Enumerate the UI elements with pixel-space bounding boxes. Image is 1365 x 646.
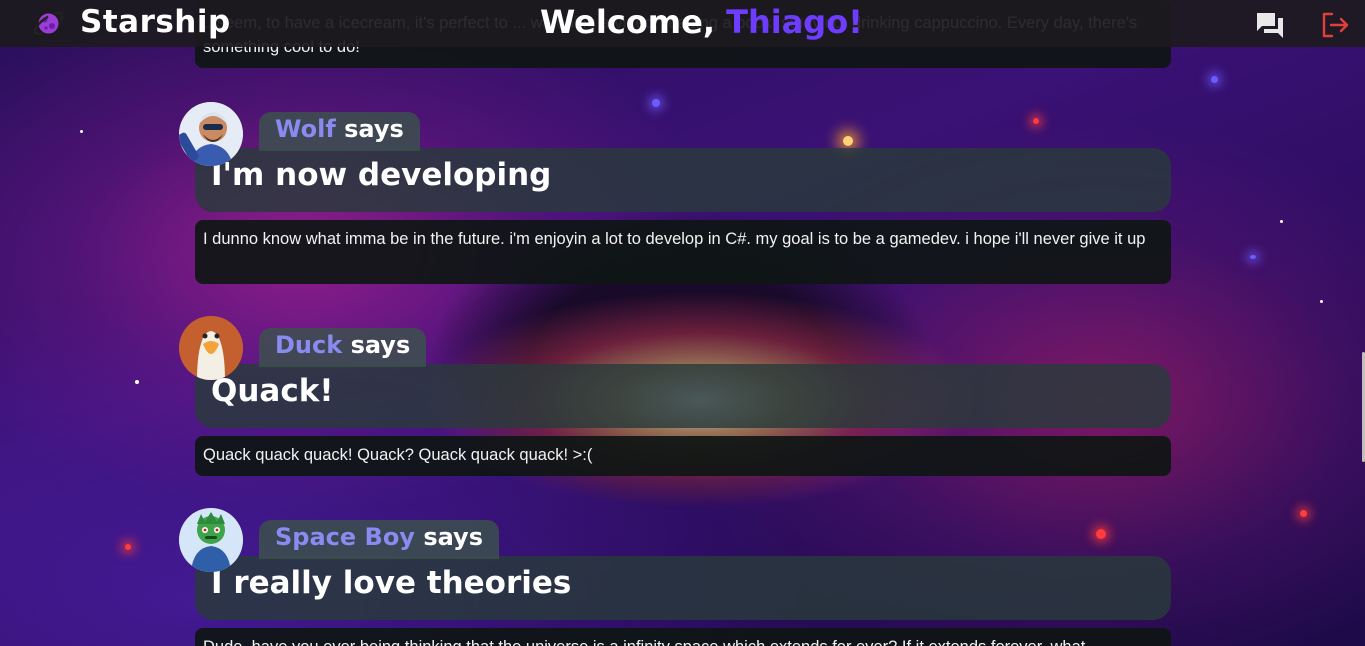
post-title-text: Quack! bbox=[211, 373, 334, 409]
post-title: I really love theories bbox=[195, 556, 1171, 620]
top-bar: Starship Welcome, Thiago! bbox=[0, 0, 1365, 47]
post-title-text: I'm now developing bbox=[211, 157, 552, 193]
post-body: I dunno know what imma be in the future.… bbox=[195, 220, 1171, 284]
username[interactable]: Duck bbox=[275, 331, 342, 359]
logout-icon[interactable] bbox=[1320, 10, 1350, 40]
says-label: says bbox=[423, 523, 483, 551]
post-body-text: Dude, have you ever being thinking that … bbox=[203, 638, 1085, 646]
post-title: Quack! bbox=[195, 364, 1171, 428]
author-tag: Duck says bbox=[259, 328, 427, 367]
post-title: I'm now developing bbox=[195, 148, 1171, 212]
post-feed: ...seem, to have a icecream, it's perfec… bbox=[0, 0, 1365, 646]
avatar-duck-icon bbox=[179, 316, 243, 380]
post-body: Dude, have you ever being thinking that … bbox=[195, 628, 1171, 646]
app-title[interactable]: Starship bbox=[80, 4, 231, 40]
avatar[interactable] bbox=[179, 508, 243, 572]
welcome-message: Welcome, Thiago! bbox=[540, 3, 863, 41]
says-label: says bbox=[350, 331, 411, 359]
post-body-text: Quack quack quack! Quack? Quack quack qu… bbox=[203, 446, 593, 464]
username[interactable]: Wolf bbox=[275, 115, 336, 143]
chat-icon[interactable] bbox=[1255, 10, 1285, 40]
avatar-wolf-icon bbox=[179, 102, 243, 166]
welcome-username: Thiago! bbox=[726, 3, 863, 41]
planet-logo-icon[interactable] bbox=[32, 7, 65, 40]
avatar[interactable] bbox=[179, 316, 243, 380]
author-tag: Wolf says bbox=[259, 112, 420, 151]
post-body: Quack quack quack! Quack? Quack quack qu… bbox=[195, 436, 1171, 476]
post-body-text: I dunno know what imma be in the future.… bbox=[203, 230, 1146, 248]
avatar[interactable] bbox=[179, 102, 243, 166]
says-label: says bbox=[344, 115, 404, 143]
username[interactable]: Space Boy bbox=[275, 523, 415, 551]
post-title-text: I really love theories bbox=[211, 565, 572, 601]
avatar-space-boy-icon bbox=[179, 508, 243, 572]
welcome-prefix: Welcome, bbox=[540, 3, 727, 41]
author-tag: Space Boy says bbox=[259, 520, 499, 559]
